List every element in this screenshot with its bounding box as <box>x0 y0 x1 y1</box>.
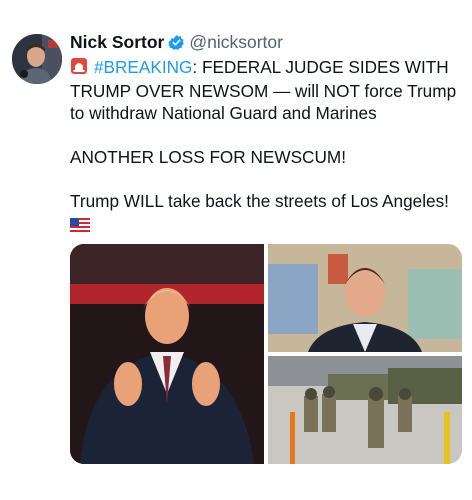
photo-trump-clapping[interactable] <box>70 244 264 464</box>
author-handle[interactable]: @nicksortor <box>189 32 283 52</box>
author-name[interactable]: Nick Sortor <box>70 32 164 52</box>
hashtag-link[interactable]: #BREAKING <box>94 57 192 77</box>
siren-icon <box>70 57 88 80</box>
photo-newsom[interactable] <box>268 244 462 352</box>
tweet-media-grid <box>70 244 462 464</box>
us-flag-icon <box>70 215 90 237</box>
verified-badge-icon <box>168 34 185 56</box>
tweet-header: Nick Sortor @nicksortor <box>70 31 283 56</box>
tweet-paragraph-3: Trump WILL take back the streets of Los … <box>70 191 449 211</box>
avatar[interactable] <box>12 34 62 84</box>
tweet-paragraph-1: #BREAKING: FEDERAL JUDGE SIDES WITH TRUM… <box>70 56 465 124</box>
photo-national-guard[interactable] <box>268 356 462 464</box>
tweet-text: #BREAKING: FEDERAL JUDGE SIDES WITH TRUM… <box>70 56 465 237</box>
tweet-paragraph-2: ANOTHER LOSS FOR NEWSCUM! <box>70 147 346 167</box>
tweet: Nick Sortor @nicksortor #BREAKING: FEDERA… <box>0 0 472 500</box>
